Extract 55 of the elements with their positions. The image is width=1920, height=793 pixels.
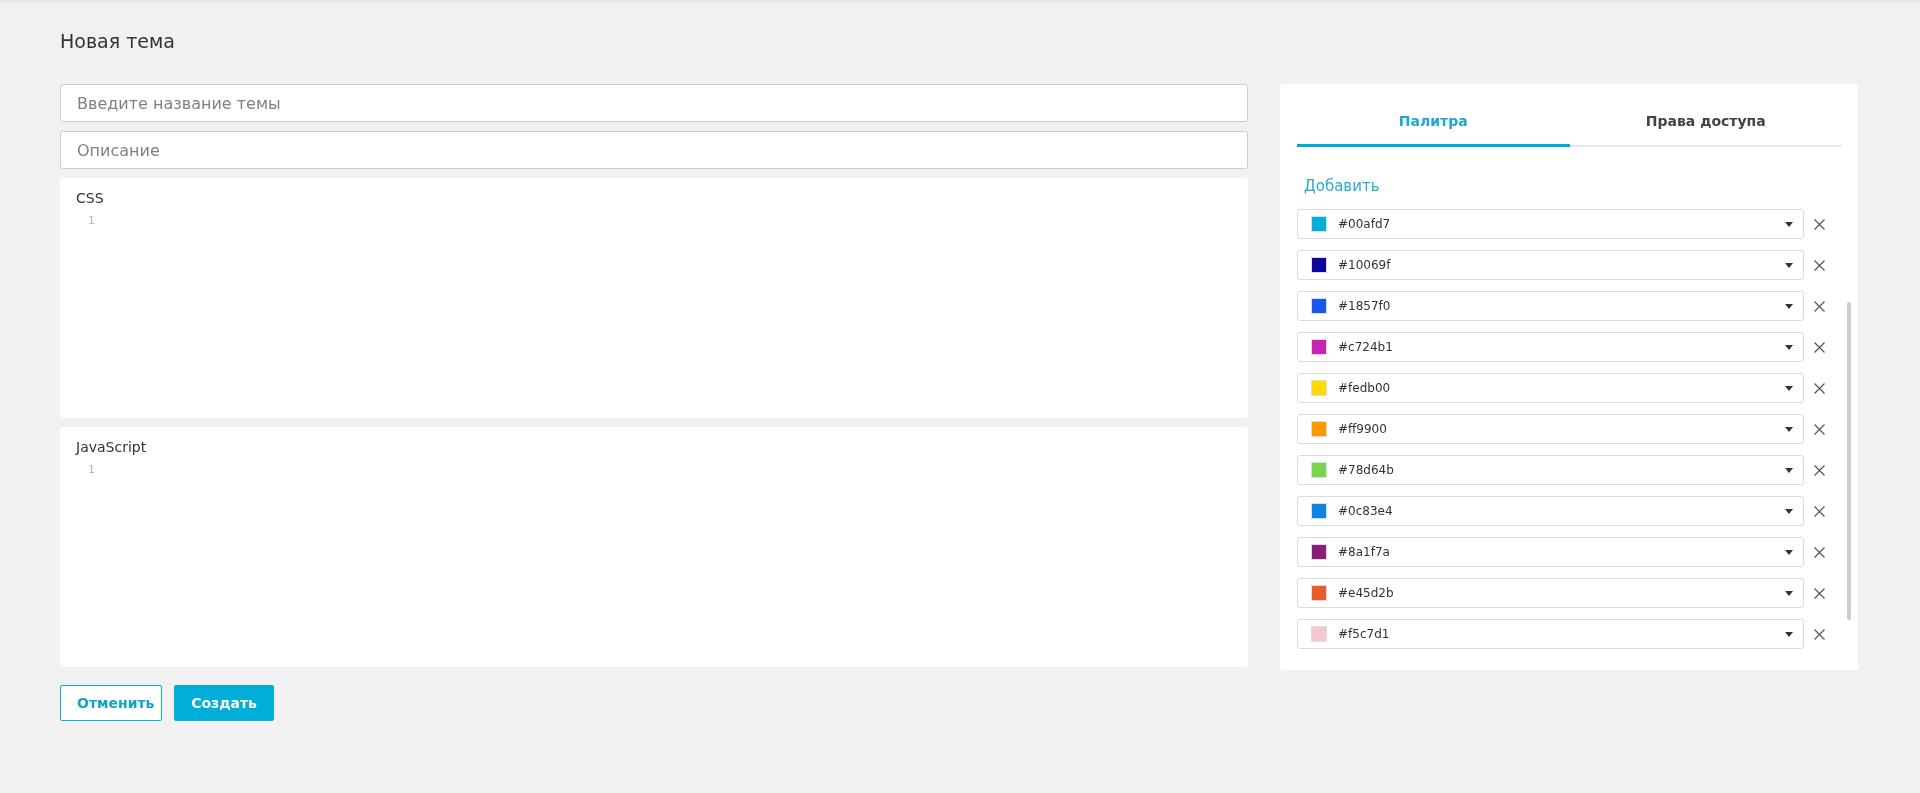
color-select[interactable]: #ff9900 bbox=[1297, 414, 1804, 444]
close-icon bbox=[1813, 300, 1825, 312]
caret-icon bbox=[1785, 631, 1793, 637]
caret-icon bbox=[1785, 385, 1793, 391]
caret-icon bbox=[1785, 549, 1793, 555]
editor-label: JavaScript bbox=[76, 439, 147, 455]
color-value: #8a1f7a bbox=[1338, 545, 1391, 559]
color-value: #fedb00 bbox=[1338, 381, 1392, 395]
caret-icon bbox=[1785, 590, 1793, 596]
page-title: Новая тема bbox=[60, 30, 175, 52]
color-select[interactable]: #fedb00 bbox=[1297, 373, 1804, 403]
color-select[interactable]: #00afd7 bbox=[1297, 209, 1804, 239]
caret-icon bbox=[1785, 467, 1793, 473]
caret-icon bbox=[1785, 508, 1793, 514]
caret-icon bbox=[1785, 221, 1793, 227]
color-select[interactable]: #c724b1 bbox=[1297, 332, 1804, 362]
color-select[interactable]: #10069f bbox=[1297, 250, 1804, 280]
color-select[interactable]: #1857f0 bbox=[1297, 291, 1804, 321]
editor-label: CSS bbox=[76, 190, 104, 206]
color-value: #e45d2b bbox=[1338, 586, 1395, 600]
line-number: 1 bbox=[87, 214, 95, 227]
code-editor[interactable]: CSS 1 bbox=[60, 178, 1248, 418]
color-value: #10069f bbox=[1338, 258, 1392, 272]
color-value: #0c83e4 bbox=[1338, 504, 1394, 518]
color-value: #f5c7d1 bbox=[1338, 627, 1391, 641]
color-value: #00afd7 bbox=[1338, 217, 1392, 231]
close-icon bbox=[1813, 587, 1825, 599]
scrollbar[interactable] bbox=[1847, 302, 1851, 620]
close-icon bbox=[1813, 423, 1825, 435]
color-value: #78d64b bbox=[1338, 463, 1395, 477]
color-value: #c724b1 bbox=[1338, 340, 1394, 354]
close-icon bbox=[1813, 218, 1825, 230]
caret-icon bbox=[1785, 303, 1793, 309]
color-select[interactable]: #78d64b bbox=[1297, 455, 1804, 485]
color-value: #1857f0 bbox=[1338, 299, 1392, 313]
close-icon bbox=[1813, 464, 1825, 476]
close-icon bbox=[1813, 546, 1825, 558]
close-icon bbox=[1813, 341, 1825, 353]
name-input[interactable]: Введите название темы bbox=[60, 84, 1248, 122]
color-value: #ff9900 bbox=[1338, 422, 1388, 436]
close-icon bbox=[1813, 259, 1825, 271]
close-icon bbox=[1813, 505, 1825, 517]
caret-icon bbox=[1785, 262, 1793, 268]
close-icon bbox=[1813, 382, 1825, 394]
color-select[interactable]: #e45d2b bbox=[1297, 578, 1804, 608]
color-select[interactable]: #0c83e4 bbox=[1297, 496, 1804, 526]
close-icon bbox=[1813, 628, 1825, 640]
color-select[interactable]: #8a1f7a bbox=[1297, 537, 1804, 567]
line-number: 1 bbox=[87, 463, 95, 476]
code-editor[interactable]: JavaScript 1 bbox=[60, 427, 1248, 667]
description-input[interactable]: Описание bbox=[60, 131, 1248, 169]
color-select[interactable]: #f5c7d1 bbox=[1297, 619, 1804, 649]
caret-icon bbox=[1785, 426, 1793, 432]
tab[interactable]: Права доступа bbox=[1569, 98, 1842, 147]
caret-icon bbox=[1785, 344, 1793, 350]
